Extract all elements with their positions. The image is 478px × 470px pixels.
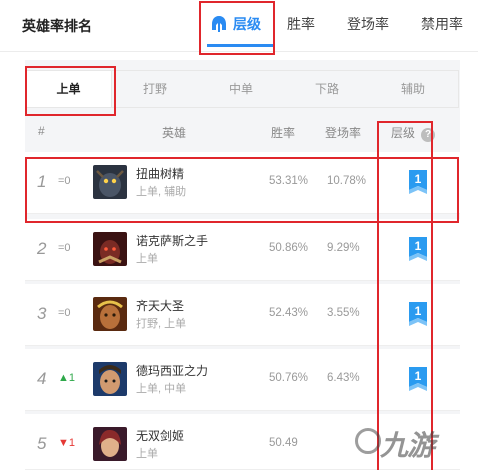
tier-value: 1 [415, 239, 422, 253]
tab-winrate[interactable]: 胜率 [287, 14, 315, 36]
tab-tier-label: 层级 [233, 16, 261, 32]
tier-value: 1 [415, 304, 422, 318]
hero-roles: 打野, 上单 [136, 318, 187, 330]
page-title: 英雄率排名 [22, 18, 92, 34]
hero-name[interactable]: 齐天大圣 [136, 297, 184, 314]
role-tab-top[interactable]: 上单 [26, 71, 112, 107]
tier-badge-icon: 1 [409, 302, 427, 326]
hero-name[interactable]: 德玛西亚之力 [136, 362, 208, 379]
pickrate-value: 9.29% [327, 242, 360, 254]
hero-roles: 上单, 辅助 [136, 186, 187, 198]
table-row[interactable]: 3 =0 齐天大圣 打野, 上单 52.43% 3.55% 1 [25, 284, 460, 346]
rank-number: 3 [37, 304, 47, 323]
winrate-value: 53.31% [269, 175, 309, 187]
hero-roles: 上单 [136, 448, 158, 460]
winrate-value: 50.86% [269, 242, 309, 254]
winrate-value: 50.49 [269, 437, 298, 449]
tier-badge-icon: 1 [409, 367, 427, 391]
col-pickrate[interactable]: 登场率 [325, 124, 361, 141]
tier-value: 1 [415, 369, 422, 383]
hero-roles: 上单, 中单 [136, 383, 187, 395]
hero-avatar [93, 232, 127, 266]
role-tab-bottom[interactable]: 下路 [284, 71, 370, 107]
helmet-icon [212, 16, 226, 32]
rank-number: 1 [37, 172, 47, 191]
help-icon[interactable]: ? [421, 128, 436, 142]
tab-pickrate[interactable]: 登场率 [347, 14, 389, 36]
active-tab-indicator [207, 44, 273, 47]
winrate-value: 52.43% [269, 307, 309, 319]
rank-number: 4 [37, 369, 47, 388]
table-row[interactable]: 2 =0 诺克萨斯之手 上单 50.86% 9.29% 1 [25, 219, 460, 281]
hero-roles: 上单 [136, 253, 158, 265]
role-tab-jungle[interactable]: 打野 [112, 71, 198, 107]
tier-badge-icon: 1 [409, 170, 427, 194]
hero-name[interactable]: 诺克萨斯之手 [136, 232, 208, 249]
col-winrate[interactable]: 胜率 [271, 124, 295, 141]
tier-badge-icon: 1 [409, 237, 427, 261]
hero-avatar [93, 362, 127, 396]
tab-tier[interactable]: 层级 [210, 14, 261, 36]
hero-avatar [93, 165, 127, 199]
hero-name[interactable]: 无双剑姬 [136, 427, 184, 444]
rank-number: 5 [37, 434, 47, 453]
col-tier[interactable]: 层级? [391, 124, 436, 142]
rank-change: =0 [58, 175, 71, 187]
tier-value: 1 [415, 172, 422, 186]
pickrate-value: 10.78% [327, 175, 367, 187]
rank-change: ▲1 [58, 372, 76, 384]
table-row[interactable]: 4 ▲1 德玛西亚之力 上单, 中单 50.76% 6.43% 1 [25, 349, 460, 411]
table-header: # 英雄 胜率 登场率 层级? [25, 118, 460, 146]
role-tab-support[interactable]: 辅助 [370, 71, 456, 107]
rank-number: 2 [37, 239, 47, 258]
rank-change: =0 [58, 242, 71, 254]
header-bar: 英雄率排名 层级 胜率 登场率 禁用率 [0, 0, 478, 52]
winrate-value: 50.76% [269, 372, 309, 384]
pickrate-value: 6.43% [327, 372, 360, 384]
col-rank: # [38, 124, 45, 138]
hero-name[interactable]: 扭曲树精 [136, 165, 184, 182]
col-tier-label: 层级 [391, 126, 416, 140]
col-hero: 英雄 [162, 126, 187, 140]
rank-change: =0 [58, 307, 71, 319]
table-row[interactable]: 1 =0 扭曲树精 上单, 辅助 53.31% 10.78% 1 [25, 152, 460, 214]
role-tab-mid[interactable]: 中单 [198, 71, 284, 107]
watermark-logo-icon [355, 428, 381, 454]
watermark-text: 九游 [380, 430, 435, 461]
pickrate-value: 3.55% [327, 307, 360, 319]
hero-avatar [93, 297, 127, 331]
tab-banrate[interactable]: 禁用率 [421, 14, 463, 36]
role-filter-bar: 上单 打野 中单 下路 辅助 [25, 70, 459, 108]
rank-change: ▼1 [58, 437, 76, 449]
hero-avatar [93, 427, 127, 461]
